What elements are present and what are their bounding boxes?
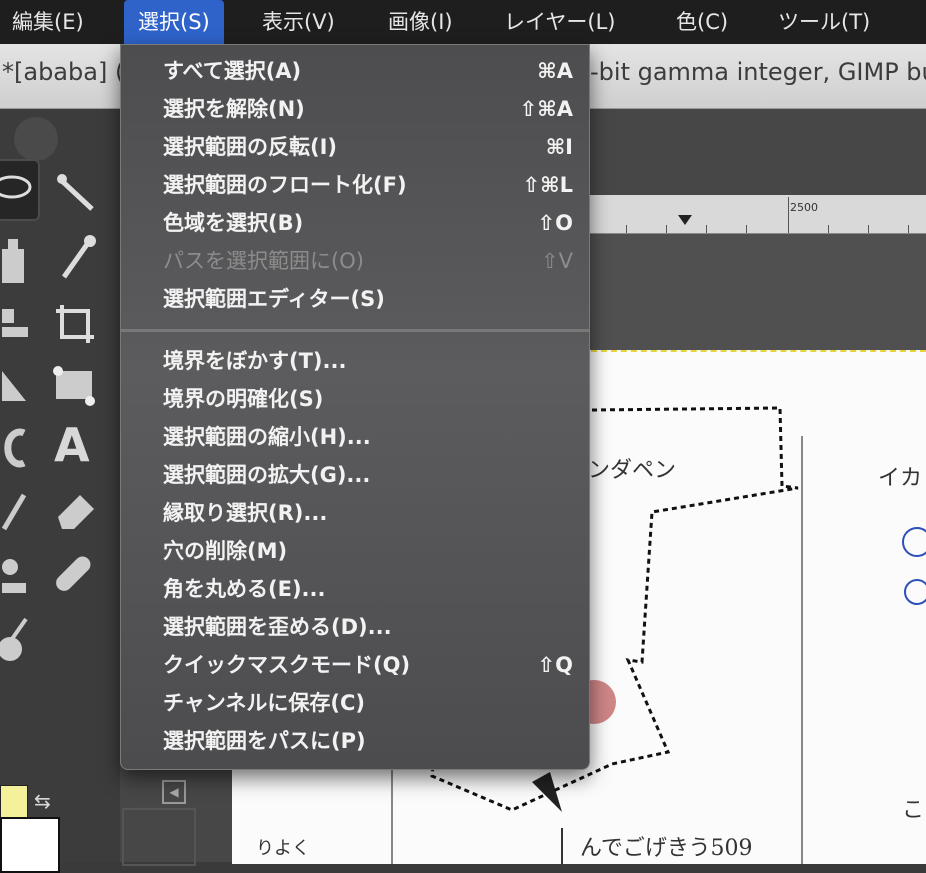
pencil-icon[interactable] xyxy=(0,489,30,544)
smudge-icon[interactable] xyxy=(0,615,30,674)
ruler-tick xyxy=(666,225,667,233)
toolbox: A ⇆ xyxy=(0,109,120,873)
horizontal-ruler[interactable]: 2500 xyxy=(586,195,926,234)
window-title-left: *[ababa] ( xyxy=(2,58,125,86)
toolbox-logo xyxy=(14,117,58,161)
menu-item-label: 選択範囲の縮小(H)... xyxy=(163,425,371,449)
menu-item-from-path: パスを選択範囲に(O) ⇧V xyxy=(163,243,573,279)
menu-item-select-all[interactable]: すべて選択(A) ⌘A xyxy=(163,53,573,89)
menu-item-float[interactable]: 選択範囲のフロート化(F) ⇧⌘L xyxy=(163,167,573,203)
clone-icon[interactable] xyxy=(0,553,30,608)
menu-item-invert[interactable]: 選択範囲の反転(I) ⌘I xyxy=(163,129,573,165)
menu-item-feather[interactable]: 境界をぼかす(T)... xyxy=(163,343,573,379)
menu-item-to-path[interactable]: 選択範囲をパスに(P) xyxy=(163,723,573,759)
window-title-right: -bit gamma integer, GIMP bu xyxy=(590,58,926,86)
panel-frame xyxy=(122,808,196,866)
menu-bar: 編集(E) 選択(S) 表示(V) 画像(I) レイヤー(L) 色(C) ツール… xyxy=(0,0,926,44)
menu-item-shortcut: ⇧V xyxy=(541,249,573,273)
menu-colors[interactable]: 色(C) xyxy=(676,0,728,44)
menu-item-label: チャンネルに保存(C) xyxy=(163,691,365,715)
text-icon[interactable]: A xyxy=(54,422,90,468)
heal-icon[interactable] xyxy=(52,551,98,606)
select-menu-dropdown: すべて選択(A) ⌘A 選択を解除(N) ⇧⌘A 選択範囲の反転(I) ⌘I 選択範囲… xyxy=(120,44,590,770)
menu-image[interactable]: 画像(I) xyxy=(388,0,453,44)
ruler-tick-major xyxy=(788,197,789,233)
shear-icon[interactable] xyxy=(0,367,30,416)
menu-item-label: 選択範囲の反転(I) xyxy=(163,135,338,159)
color-picker-icon[interactable] xyxy=(52,233,98,292)
menu-item-label: 選択範囲を歪める(D)... xyxy=(163,615,392,639)
menu-item-label: 選択を解除(N) xyxy=(163,97,305,121)
menu-item-label: 境界をぼかす(T)... xyxy=(163,349,347,373)
menu-select[interactable]: 選択(S) xyxy=(124,0,224,44)
menu-item-select-none[interactable]: 選択を解除(N) ⇧⌘A xyxy=(163,91,573,127)
menu-item-remove-holes[interactable]: 穴の削除(M) xyxy=(163,533,573,569)
eraser-icon[interactable] xyxy=(52,487,98,542)
menu-item-rounded-rect[interactable]: 角を丸める(E)... xyxy=(163,571,573,607)
bucket-fill-icon[interactable] xyxy=(0,237,30,296)
cage-transform-icon[interactable] xyxy=(50,363,98,418)
navigate-icon[interactable]: ◀ xyxy=(162,780,186,804)
background-color-swatch[interactable] xyxy=(0,817,60,873)
align-icon[interactable] xyxy=(0,305,30,354)
menu-item-label: 選択範囲エディター(S) xyxy=(163,287,385,311)
ruler-tick xyxy=(626,225,627,233)
menu-item-label: 色域を選択(B) xyxy=(163,211,304,235)
swap-colors-icon[interactable]: ⇆ xyxy=(34,781,51,821)
menu-item-save-to-channel[interactable]: チャンネルに保存(C) xyxy=(163,685,573,721)
ruler-tick xyxy=(868,225,869,233)
drawing-text: こ xyxy=(902,798,925,823)
menu-item-shrink[interactable]: 選択範囲の縮小(H)... xyxy=(163,419,573,455)
menu-item-shortcut: ⌘A xyxy=(537,59,573,83)
menu-item-label: 選択範囲をパスに(P) xyxy=(163,729,366,753)
menu-edit[interactable]: 編集(E) xyxy=(12,0,84,44)
menu-item-label: 選択範囲のフロート化(F) xyxy=(163,173,407,197)
text-tool-partial-icon[interactable] xyxy=(0,425,30,480)
menu-item-shortcut: ⇧Q xyxy=(537,653,573,677)
ruler-tick xyxy=(908,225,909,233)
menu-item-shortcut: ⌘I xyxy=(545,135,573,159)
drawing-text: りよく xyxy=(256,838,310,859)
menu-item-label: 選択範囲の拡大(G)... xyxy=(163,463,371,487)
menu-item-border[interactable]: 縁取り選択(R)... xyxy=(163,495,573,531)
canvas-padding xyxy=(586,234,926,350)
menu-item-by-color[interactable]: 色域を選択(B) ⇧O xyxy=(163,205,573,241)
menu-item-label: 穴の削除(M) xyxy=(163,539,288,563)
menu-item-label: クイックマスクモード(Q) xyxy=(163,653,411,677)
menu-item-label: すべて選択(A) xyxy=(163,59,302,83)
menu-item-quick-mask[interactable]: クイックマスクモード(Q) ⇧Q xyxy=(163,647,573,683)
ellipse-select-icon[interactable] xyxy=(0,159,40,221)
menu-item-shortcut: ⇧O xyxy=(537,211,573,235)
menu-item-grow[interactable]: 選択範囲の拡大(G)... xyxy=(163,457,573,493)
ruler-tick xyxy=(828,225,829,233)
menu-item-label: 縁取り選択(R)... xyxy=(163,501,328,525)
menu-layer[interactable]: レイヤー(L) xyxy=(504,0,615,44)
ruler-tick xyxy=(746,225,747,233)
menu-separator xyxy=(121,329,589,332)
drawing-text: ンダペン xyxy=(588,458,677,483)
menu-view[interactable]: 表示(V) xyxy=(262,0,335,44)
menu-item-label: 境界の明確化(S) xyxy=(163,387,324,411)
menu-item-sharpen[interactable]: 境界の明確化(S) xyxy=(163,381,573,417)
menu-item-label: 角を丸める(E)... xyxy=(163,577,326,601)
menu-item-distort[interactable]: 選択範囲を歪める(D)... xyxy=(163,609,573,645)
menu-tools[interactable]: ツール(T) xyxy=(778,0,870,44)
menu-item-label: パスを選択範囲に(O) xyxy=(163,249,364,273)
fuzzy-select-icon[interactable] xyxy=(52,169,98,224)
ruler-pointer-icon xyxy=(678,215,692,225)
drawing-text: んでごげきう509 xyxy=(580,836,753,861)
crop-icon[interactable] xyxy=(52,301,98,356)
menu-item-selection-editor[interactable]: 選択範囲エディター(S) xyxy=(163,281,573,317)
menu-item-shortcut: ⇧⌘A xyxy=(519,97,573,121)
ruler-tick xyxy=(706,225,707,233)
ruler-label: 2500 xyxy=(790,201,818,214)
menu-item-shortcut: ⇧⌘L xyxy=(522,173,573,197)
drawing-text: イカ xyxy=(878,466,923,491)
